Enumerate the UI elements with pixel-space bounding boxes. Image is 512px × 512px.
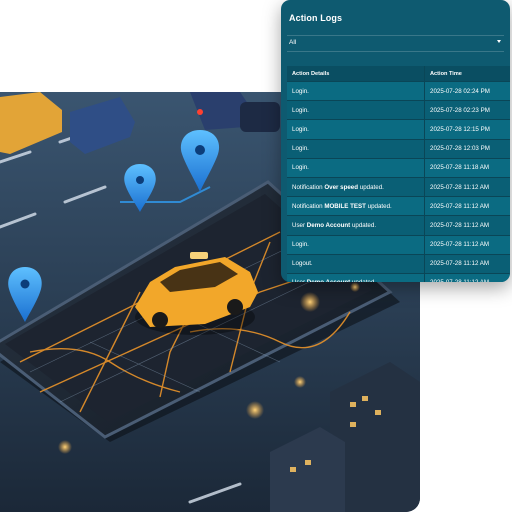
action-details-cell: Login.	[287, 235, 425, 255]
action-time-cell: 2025-07-28 12:03 PM	[424, 139, 510, 159]
action-text-suffix: updated.	[358, 183, 384, 191]
action-details-cell: User Demo Account updated.	[287, 215, 425, 236]
action-subject: Demo Account	[306, 221, 351, 229]
action-text-suffix: updated.	[365, 202, 392, 210]
action-time-cell: 2025-07-28 02:24 PM	[424, 81, 510, 102]
filter-selected-value: All	[289, 39, 297, 46]
action-text: Login.	[292, 164, 309, 172]
action-time-cell: 2025-07-28 11:12 AM	[424, 273, 510, 282]
action-text: Login.	[292, 241, 309, 249]
action-time-cell: 2025-07-28 11:12 AM	[424, 177, 510, 198]
action-text: User	[292, 221, 307, 229]
action-time-cell: 2025-07-28 11:12 AM	[424, 235, 510, 255]
action-time-cell: 2025-07-28 11:18 AM	[424, 158, 510, 178]
action-text: Login.	[292, 145, 309, 153]
action-details-cell: Login.	[287, 139, 425, 159]
action-text: Notification	[292, 202, 325, 210]
table-row[interactable]: User Demo Account updated.2025-07-28 11:…	[287, 215, 510, 236]
action-details-cell: Login.	[287, 100, 425, 121]
action-subject: MOBILE TEST	[324, 202, 366, 210]
table-row[interactable]: Notification MOBILE TEST updated. 2025-07…	[287, 196, 510, 217]
action-logs-panel: Action Logs All Action Details Action Ti…	[281, 0, 510, 282]
action-text: Logout.	[292, 260, 313, 268]
action-text-suffix: updated.	[350, 221, 377, 229]
action-details-cell: Notification MOBILE TEST updated.	[287, 196, 425, 217]
action-text-suffix: updated.	[350, 279, 376, 282]
action-time-cell: 2025-07-28 11:12 AM	[424, 196, 510, 217]
table-row[interactable]: User Demo Account updated.2025-07-28 11:…	[287, 273, 510, 282]
action-details-cell: Login.	[287, 158, 425, 178]
table-row[interactable]: Login. 2025-07-28 02:23 PM	[287, 100, 510, 121]
action-details-cell: Login.	[287, 81, 425, 102]
column-header-action-time[interactable]: Action Time	[424, 66, 510, 82]
action-text: Login.	[292, 87, 309, 95]
action-time-cell: 2025-07-28 11:12 AM	[424, 254, 510, 274]
action-details-cell: Logout.	[287, 254, 425, 274]
action-time-cell: 2025-07-28 11:12 AM	[424, 215, 510, 236]
table-row[interactable]: Login. 2025-07-28 12:15 PM	[287, 119, 510, 140]
action-text: Login.	[292, 125, 309, 133]
action-time-cell: 2025-07-28 02:23 PM	[424, 100, 510, 121]
action-time-cell: 2025-07-28 12:15 PM	[424, 119, 510, 140]
panel-title: Action Logs	[289, 13, 343, 23]
action-text: Login.	[292, 106, 309, 114]
table-row[interactable]: Login. 2025-07-28 11:18 AM	[287, 158, 510, 178]
action-subject: Over speed	[324, 183, 359, 191]
dropdown-arrow-icon	[497, 40, 501, 43]
table-header-row: Action Details Action Time	[287, 66, 510, 82]
action-details-cell: Notification Over speed updated.	[287, 177, 425, 198]
table-row[interactable]: Login. 2025-07-28 11:12 AM	[287, 235, 510, 255]
table-row[interactable]: Logout. 2025-07-28 11:12 AM	[287, 254, 510, 274]
action-details-cell: User Demo Account updated.	[287, 273, 425, 282]
table-row[interactable]: Login. 2025-07-28 12:03 PM	[287, 139, 510, 159]
action-text: User	[292, 279, 307, 282]
table-row[interactable]: Login. 2025-07-28 02:24 PM	[287, 81, 510, 102]
action-subject: Demo Account	[307, 279, 350, 282]
action-logs-table: Action Details Action Time Login. 2025-07…	[287, 66, 510, 282]
table-body: Login. 2025-07-28 02:24 PM Login. 2025-07-2…	[287, 81, 510, 282]
column-header-action-details[interactable]: Action Details	[287, 66, 425, 82]
filter-dropdown[interactable]: All	[287, 35, 504, 52]
action-details-cell: Login.	[287, 119, 425, 140]
action-text: Notification	[292, 183, 325, 191]
table-row[interactable]: Notification Over speed updated. 2025-07-…	[287, 177, 510, 198]
